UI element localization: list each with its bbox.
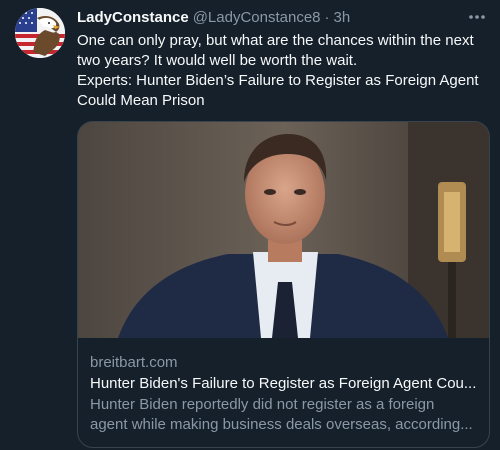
avatar[interactable] [15, 8, 65, 58]
more-options-button[interactable] [462, 5, 492, 29]
tweet-timestamp[interactable]: 3h [334, 9, 351, 26]
link-preview-meta: breitbart.com Hunter Biden's Failure to … [90, 353, 480, 435]
more-horizontal-icon [469, 15, 485, 19]
link-description: Hunter Biden reportedly did not register… [90, 395, 480, 435]
author-handle[interactable]: @LadyConstance8 [193, 9, 321, 26]
tweet-text-line: One can only pray, but what are the chan… [77, 32, 474, 69]
link-preview-card[interactable]: breitbart.com Hunter Biden's Failure to … [77, 121, 490, 448]
link-title[interactable]: Hunter Biden's Failure to Register as Fo… [90, 373, 480, 395]
link-description-line: Hunter Biden reportedly did not register… [90, 396, 435, 413]
link-preview-image[interactable] [78, 122, 489, 338]
link-description-line: agent while making business deals overse… [90, 416, 473, 433]
tweet-header: LadyConstance @LadyConstance8 · 3h [77, 9, 350, 29]
link-domain: breitbart.com [90, 354, 178, 371]
tweet[interactable]: LadyConstance @LadyConstance8 · 3h One c… [0, 0, 500, 450]
tweet-text-line: Experts: Hunter Biden’s Failure to Regis… [77, 72, 479, 109]
avatar-eagle-flag-image [15, 8, 65, 58]
author-name[interactable]: LadyConstance [77, 9, 189, 26]
tweet-text: One can only pray, but what are the chan… [77, 31, 489, 111]
news-photo [78, 122, 489, 338]
separator-dot: · [324, 9, 330, 26]
